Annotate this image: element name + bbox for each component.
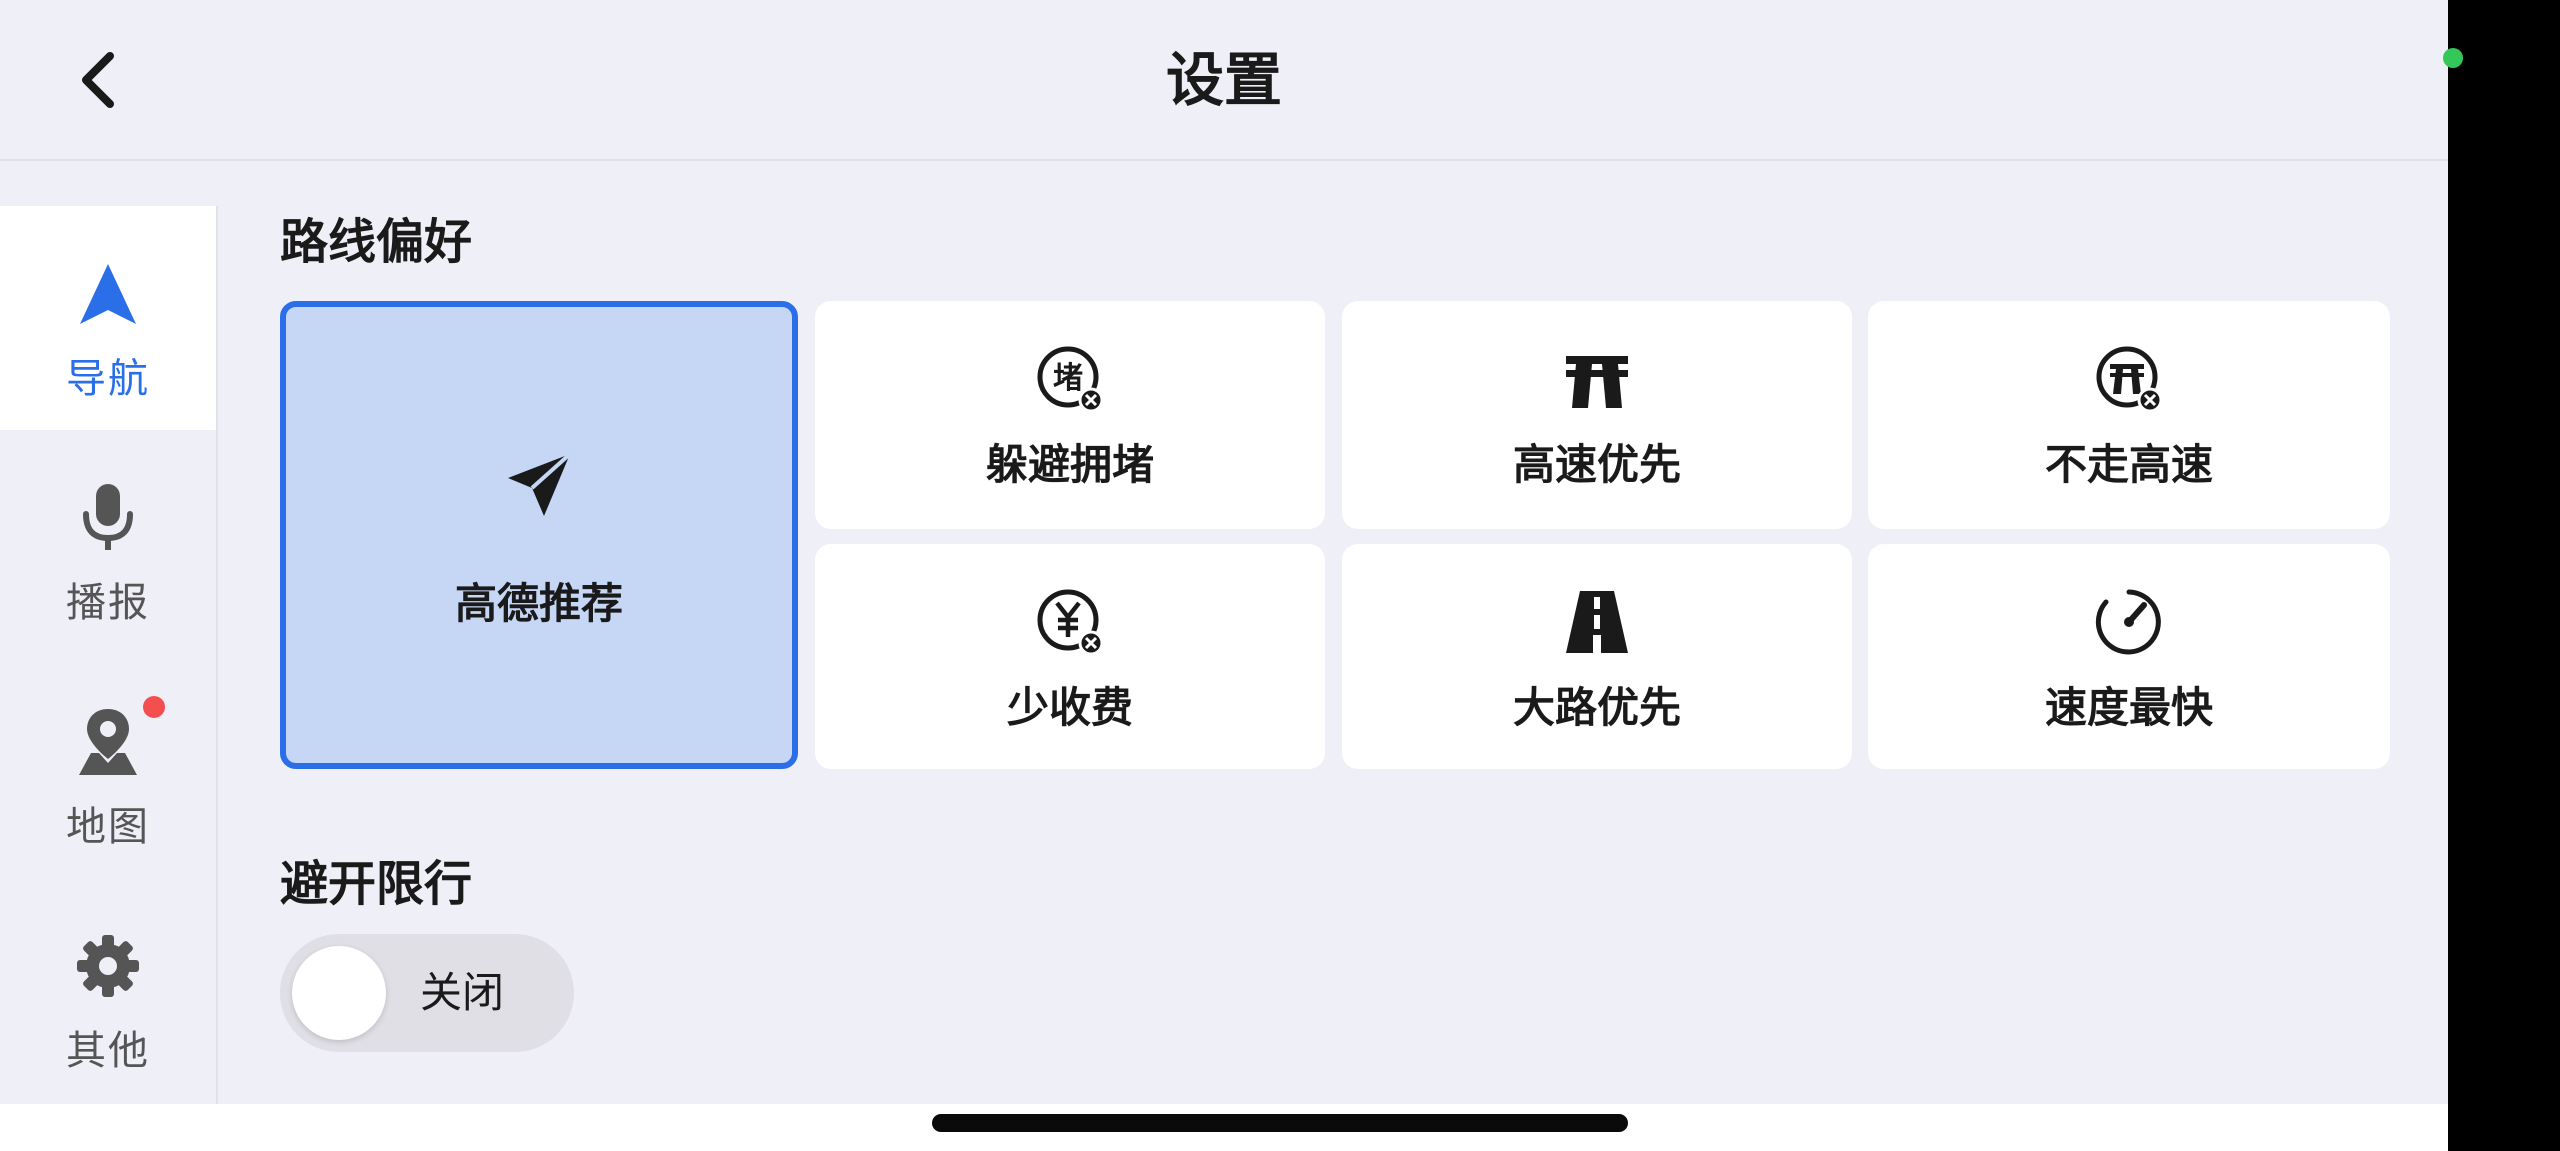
sidebar-item-label: 播报	[66, 580, 150, 626]
toggle-knob	[292, 946, 386, 1040]
route-option-label: 高德推荐	[454, 578, 623, 628]
notification-badge	[143, 696, 165, 718]
route-option-label: 大路优先	[1512, 683, 1681, 732]
avoid-restriction-toggle[interactable]: 关闭	[280, 934, 574, 1052]
route-option-label: 高速优先	[1512, 440, 1681, 489]
home-indicator[interactable]	[932, 1114, 1628, 1132]
less-toll-icon	[1032, 584, 1108, 660]
route-option-highway-first[interactable]: 高速优先	[1342, 301, 1852, 529]
sidebar-item-label: 地图	[66, 804, 150, 850]
map-pin-icon	[53, 696, 165, 782]
sidebar-item-navigation[interactable]: 导航	[0, 206, 216, 430]
route-option-recommended[interactable]: 高德推荐	[280, 301, 798, 769]
route-option-label: 不走高速	[2044, 440, 2213, 489]
no-highway-icon	[2091, 341, 2167, 417]
settings-page: 设置 导航 播报 地图 其他 路线偏好 高德推荐 堵 躲避拥堵 高速优先 不走高…	[0, 0, 2448, 1104]
avoid-congestion-icon: 堵	[1032, 341, 1108, 417]
microphone-icon	[53, 478, 163, 558]
gear-icon	[53, 926, 163, 1006]
speedometer-icon	[2091, 584, 2167, 660]
highway-icon	[1559, 341, 1635, 417]
main-road-icon	[1559, 584, 1635, 660]
route-option-label: 躲避拥堵	[985, 440, 1154, 489]
sidebar-item-broadcast[interactable]: 播报	[0, 430, 216, 654]
route-option-label: 速度最快	[2044, 683, 2213, 732]
route-preference-title: 路线偏好	[280, 214, 473, 270]
camera-in-use-indicator	[2443, 48, 2463, 68]
page-title: 设置	[1165, 46, 1282, 114]
route-option-no-highway[interactable]: 不走高速	[1868, 301, 2390, 529]
navigation-arrow-icon	[53, 254, 163, 334]
route-option-label: 少收费	[1006, 683, 1133, 732]
avoid-restriction-title: 避开限行	[280, 856, 473, 912]
header: 设置	[0, 0, 2448, 161]
route-option-main-road-first[interactable]: 大路优先	[1342, 544, 1852, 769]
sidebar-item-label: 其他	[66, 1028, 150, 1074]
paper-plane-icon	[494, 440, 584, 530]
sidebar-item-map[interactable]: 地图	[0, 654, 216, 878]
toggle-label: 关闭	[420, 968, 505, 1017]
route-option-less-toll[interactable]: 少收费	[815, 544, 1325, 769]
route-option-avoid-congestion[interactable]: 堵 躲避拥堵	[815, 301, 1325, 529]
sidebar-item-other[interactable]: 其他	[0, 878, 216, 1102]
sidebar-item-label: 导航	[66, 356, 150, 402]
route-option-fastest[interactable]: 速度最快	[1868, 544, 2390, 769]
svg-text:堵: 堵	[1053, 361, 1083, 396]
screen: 设置 导航 播报 地图 其他 路线偏好 高德推荐 堵 躲避拥堵 高速优先 不走高…	[0, 0, 2448, 1151]
sidebar: 导航 播报 地图 其他	[0, 206, 218, 1104]
